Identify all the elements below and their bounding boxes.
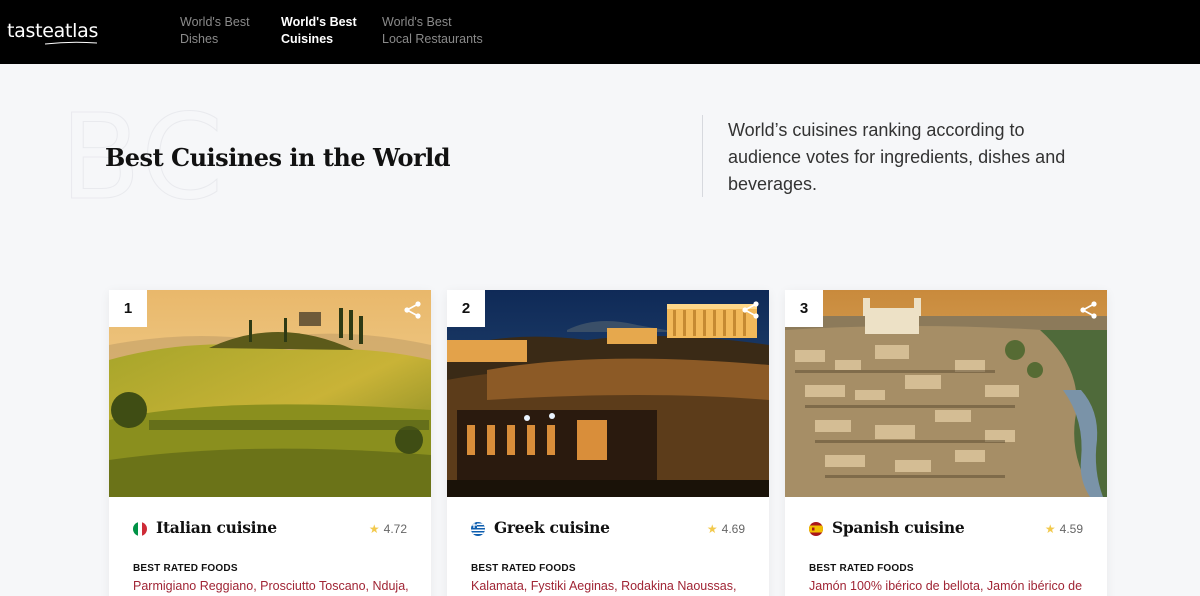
cuisine-name[interactable]: Italian cuisine bbox=[156, 518, 277, 537]
nav-world-best-cuisines[interactable]: World's Best Cuisines bbox=[281, 14, 357, 48]
top-navigation-bar: tasteatlas World's Best Dishes World's B… bbox=[0, 0, 1200, 64]
cuisine-card-spanish[interactable]: 3 Spanish cuisine ★ 4.59 BEST RATED FOODS… bbox=[785, 290, 1107, 596]
cuisine-card-greek[interactable]: 2 Greek cuisine ★ 4.69 BEST RATED FOODS K… bbox=[447, 290, 769, 596]
page-description: World’s cuisines ranking according to au… bbox=[728, 120, 1066, 194]
nav-world-best-dishes[interactable]: World's Best Dishes bbox=[180, 14, 250, 48]
nav-label-line2: Dishes bbox=[180, 32, 219, 46]
hero-divider bbox=[702, 115, 703, 197]
best-rated-foods-label: BEST RATED FOODS bbox=[471, 563, 576, 574]
best-rated-foods-label: BEST RATED FOODS bbox=[809, 563, 914, 574]
star-icon: ★ bbox=[368, 522, 380, 536]
page-title: Best Cuisines in the World bbox=[105, 143, 451, 172]
best-rated-foods-list[interactable]: Kalamata, Fystiki Aeginas, Rodakina Naou… bbox=[471, 579, 751, 593]
rating-value: 4.69 bbox=[721, 522, 745, 536]
best-rated-foods-list[interactable]: Jamón 100% ibérico de bellota, Jamón ibé… bbox=[809, 579, 1089, 593]
nav-label-line2: Cuisines bbox=[281, 32, 334, 46]
star-icon: ★ bbox=[706, 522, 718, 536]
rating: ★ 4.59 bbox=[1045, 522, 1083, 536]
nav-world-best-local-restaurants[interactable]: World's Best Local Restaurants bbox=[382, 14, 483, 48]
star-icon: ★ bbox=[1044, 522, 1056, 536]
nav-label-line1: World's Best bbox=[281, 15, 357, 29]
italy-flag-icon bbox=[133, 522, 147, 536]
rating-value: 4.72 bbox=[383, 522, 407, 536]
tuscany-landscape-photo[interactable] bbox=[109, 290, 431, 497]
card-title-row: Greek cuisine ★ 4.69 bbox=[471, 518, 745, 540]
rank-badge: 2 bbox=[447, 290, 485, 327]
spain-flag-icon bbox=[809, 522, 823, 536]
cuisine-name[interactable]: Spanish cuisine bbox=[832, 518, 965, 537]
share-icon[interactable] bbox=[403, 300, 423, 320]
tasteatlas-logo[interactable]: tasteatlas bbox=[7, 20, 98, 42]
greece-flag-icon bbox=[471, 522, 485, 536]
best-rated-foods-label: BEST RATED FOODS bbox=[133, 563, 238, 574]
cuisine-name[interactable]: Greek cuisine bbox=[494, 518, 610, 537]
acropolis-night-photo[interactable] bbox=[447, 290, 769, 497]
rating: ★ 4.69 bbox=[707, 522, 745, 536]
logo-swoosh-icon bbox=[45, 41, 97, 45]
nav-label-line1: World's Best bbox=[180, 15, 250, 29]
card-title-row: Spanish cuisine ★ 4.59 bbox=[809, 518, 1083, 540]
nav-label-line1: World's Best bbox=[382, 15, 452, 29]
share-icon[interactable] bbox=[1079, 300, 1099, 320]
toledo-city-photo[interactable] bbox=[785, 290, 1107, 497]
rank-badge: 3 bbox=[785, 290, 823, 327]
nav-label-line2: Local Restaurants bbox=[382, 32, 483, 46]
rank-badge: 1 bbox=[109, 290, 147, 327]
rating-value: 4.59 bbox=[1059, 522, 1083, 536]
share-icon[interactable] bbox=[741, 300, 761, 320]
best-rated-foods-list[interactable]: Parmigiano Reggiano, Prosciutto Toscano,… bbox=[133, 579, 413, 593]
card-title-row: Italian cuisine ★ 4.72 bbox=[133, 518, 407, 540]
rating: ★ 4.72 bbox=[369, 522, 407, 536]
cuisine-card-italian[interactable]: 1 Italian cuisine ★ 4.72 BEST RATED FOODS… bbox=[109, 290, 431, 596]
